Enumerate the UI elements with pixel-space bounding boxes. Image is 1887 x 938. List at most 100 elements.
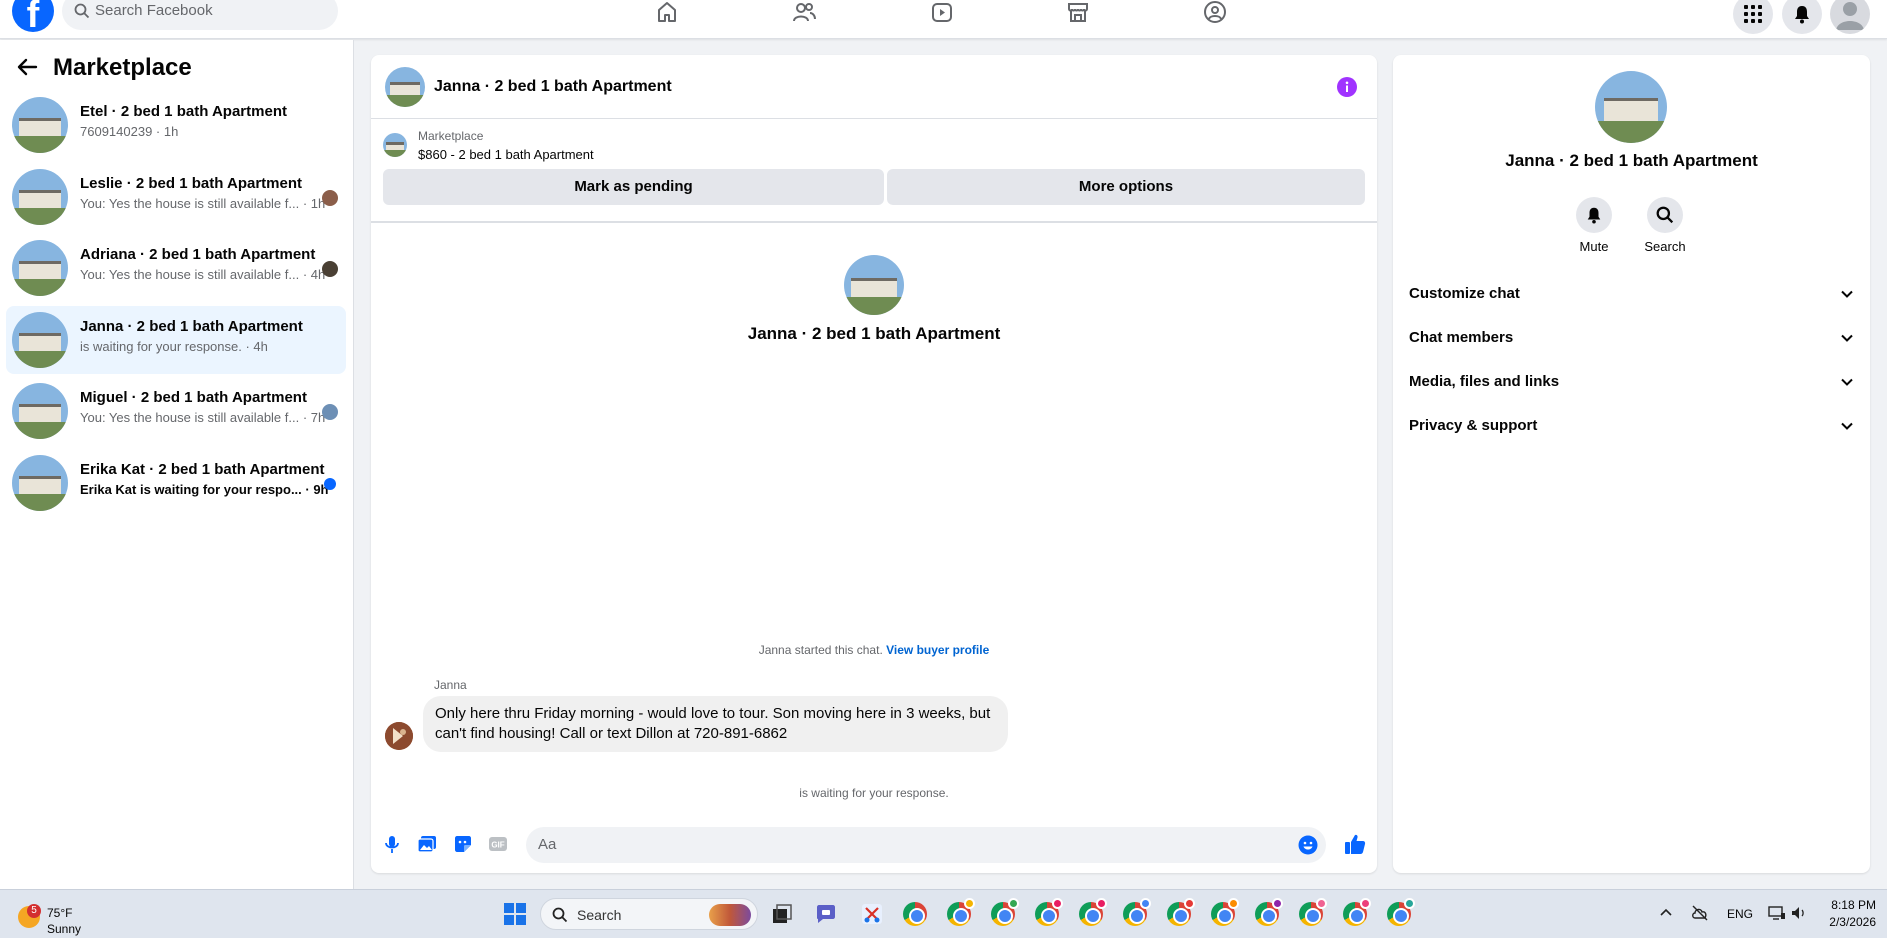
conversation-preview: is waiting for your response. · 4h [80, 339, 268, 354]
conversation-item-active[interactable]: Janna · 2 bed 1 bath Apartment is waitin… [6, 306, 346, 374]
mark-as-pending-button[interactable]: Mark as pending [383, 169, 884, 205]
taskbar-search-placeholder: Search [577, 907, 622, 923]
emoji-icon[interactable] [1298, 835, 1318, 860]
conversation-preview: You: Yes the house is still available f.… [80, 267, 326, 282]
listing-thumbnail [12, 383, 68, 439]
conversation-item[interactable]: Miguel · 2 bed 1 bath Apartment You: Yes… [6, 377, 346, 445]
conversation-name: Adriana · 2 bed 1 bath Apartment [80, 246, 316, 263]
gif-icon[interactable]: GIF [488, 834, 508, 854]
video-icon[interactable] [930, 0, 954, 24]
chrome-icon[interactable] [903, 902, 927, 926]
marketplace-icon[interactable] [1066, 0, 1090, 24]
listing-thumbnail [12, 312, 68, 368]
chevron-up-icon[interactable] [1658, 905, 1682, 929]
microphone-icon[interactable] [382, 834, 402, 854]
mute-label: Mute [1579, 239, 1609, 254]
chrome-profile-icon[interactable] [1079, 898, 1107, 926]
conversation-item[interactable]: Leslie · 2 bed 1 bath Apartment You: Yes… [6, 163, 346, 231]
waiting-note: is waiting for your response. [799, 786, 949, 800]
chrome-profile-icon[interactable] [1387, 898, 1415, 926]
conversation-item[interactable]: Erika Kat · 2 bed 1 bath Apartment Erika… [6, 449, 346, 517]
teams-chat-icon[interactable] [814, 902, 838, 926]
menu-grid-icon[interactable] [1733, 0, 1773, 34]
profile-avatar[interactable] [1830, 0, 1870, 34]
conversation-item[interactable]: Adriana · 2 bed 1 bath Apartment You: Ye… [6, 234, 346, 302]
chat-details-panel: Janna · 2 bed 1 bath Apartment Mute Sear… [1393, 55, 1870, 873]
facebook-logo-icon[interactable]: f [12, 0, 54, 32]
home-icon[interactable] [655, 0, 679, 24]
notifications-bell-icon[interactable] [1782, 0, 1822, 34]
conversation-preview: You: Yes the house is still available f.… [80, 410, 326, 425]
chat-title[interactable]: Janna · 2 bed 1 bath Apartment [434, 78, 672, 96]
conversation-name: Miguel · 2 bed 1 bath Apartment [80, 389, 307, 406]
conversation-name: Leslie · 2 bed 1 bath Apartment [80, 175, 302, 192]
taskbar-search-input[interactable]: Search [540, 898, 758, 930]
chat-intro-title: Janna · 2 bed 1 bath Apartment [747, 324, 1001, 343]
friends-icon[interactable] [792, 0, 816, 24]
details-title: Janna · 2 bed 1 bath Apartment [1505, 151, 1758, 170]
listing-price[interactable]: $860 - 2 bed 1 bath Apartment [418, 147, 594, 162]
conversation-name: Etel · 2 bed 1 bath Apartment [80, 103, 287, 120]
chevron-down-icon [1840, 331, 1854, 350]
chrome-profile-icon[interactable] [1035, 898, 1063, 926]
conversation-name: Erika Kat · 2 bed 1 bath Apartment [80, 461, 325, 478]
chat-window: Janna · 2 bed 1 bath Apartment Marketpla… [371, 55, 1377, 873]
message-input[interactable]: Aa [526, 827, 1326, 863]
volume-icon[interactable] [1790, 904, 1814, 928]
chrome-profile-icon[interactable] [1255, 898, 1283, 926]
search-icon [1647, 197, 1683, 233]
chrome-profile-icon[interactable] [991, 898, 1019, 926]
network-icon[interactable] [1768, 904, 1792, 928]
search-in-chat-button[interactable]: Search [1640, 197, 1690, 254]
chat-started-note: Janna started this chat. View buyer prof… [371, 643, 1377, 657]
windows-taskbar: 5 75°F Sunny Search ENG 8:18 PM 2/3/2026 [0, 889, 1887, 938]
chevron-down-icon [1840, 287, 1854, 306]
conversation-preview: 7609140239 · 1h [80, 124, 179, 139]
conversation-preview: Erika Kat is waiting for your respo... ·… [80, 482, 329, 497]
search-input[interactable]: Search Facebook [62, 0, 338, 30]
page-title: Marketplace [53, 54, 192, 81]
chrome-profile-icon[interactable] [1343, 898, 1371, 926]
language-indicator[interactable]: ENG [1727, 907, 1753, 931]
chrome-profile-icon[interactable] [1167, 898, 1195, 926]
listing-thumbnail [12, 455, 68, 511]
chat-avatar[interactable] [385, 67, 425, 107]
chrome-profile-icon[interactable] [1123, 898, 1151, 926]
photo-icon[interactable] [417, 834, 437, 854]
chrome-profile-icon[interactable] [947, 898, 975, 926]
system-clock[interactable]: 8:18 PM 2/3/2026 [1820, 897, 1876, 931]
view-buyer-profile-link[interactable]: View buyer profile [886, 643, 989, 657]
conversation-item[interactable]: Etel · 2 bed 1 bath Apartment 7609140239… [6, 91, 346, 159]
media-files-links-section[interactable]: Media, files and links [1409, 367, 1854, 397]
more-options-button[interactable]: More options [887, 169, 1365, 205]
privacy-support-section[interactable]: Privacy & support [1409, 411, 1854, 441]
chrome-profile-icon[interactable] [1299, 898, 1327, 926]
windows-start-icon[interactable] [504, 903, 526, 925]
message-bubble: Only here thru Friday morning - would lo… [423, 696, 1008, 752]
sender-avatar[interactable] [385, 722, 413, 750]
message-placeholder: Aa [538, 836, 557, 853]
chevron-down-icon [1840, 375, 1854, 394]
chrome-profile-icon[interactable] [1211, 898, 1239, 926]
groups-icon[interactable] [1203, 0, 1227, 24]
info-icon[interactable] [1337, 77, 1357, 102]
thumbs-up-icon[interactable] [1343, 832, 1367, 861]
sticker-icon[interactable] [453, 834, 473, 854]
chat-members-section[interactable]: Chat members [1409, 323, 1854, 353]
listing-thumbnail [383, 133, 407, 157]
weather-temp: 75°F [47, 906, 73, 920]
section-label: Customize chat [1409, 285, 1520, 302]
task-view-icon[interactable] [770, 902, 794, 926]
customize-chat-section[interactable]: Customize chat [1409, 279, 1854, 309]
section-label: Chat members [1409, 329, 1514, 346]
back-arrow-icon[interactable] [16, 56, 38, 83]
snipping-tool-icon[interactable] [860, 902, 884, 926]
started-text: Janna started this chat. [758, 643, 883, 657]
details-avatar [1595, 71, 1667, 143]
section-label: Privacy & support [1409, 417, 1538, 434]
seen-avatar [322, 261, 338, 277]
cloud-offline-icon[interactable] [1690, 904, 1714, 928]
mute-button[interactable]: Mute [1569, 197, 1619, 254]
message-sender: Janna [434, 678, 467, 692]
search-icon [552, 907, 568, 928]
